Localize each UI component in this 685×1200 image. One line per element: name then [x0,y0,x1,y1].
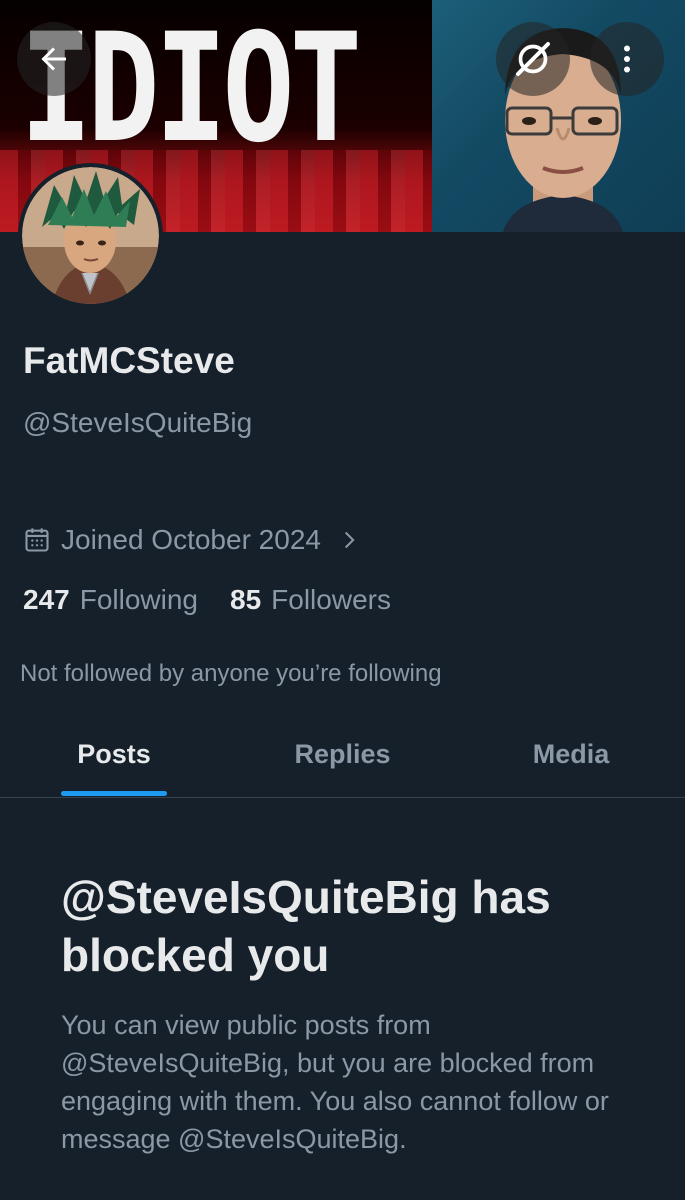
profile-handle: @SteveIsQuiteBig [23,407,253,438]
joined-date[interactable]: Joined October 2024 [23,524,359,556]
followers-label: Followers [271,584,391,615]
tab-replies[interactable]: Replies [228,712,457,797]
more-options-button[interactable] [590,22,664,96]
following-count: 247 [23,584,70,615]
following-label: Following [79,584,198,615]
followers-count: 85 [230,584,262,615]
blocked-title: @SteveIsQuiteBig has blocked you [61,871,551,981]
back-button[interactable] [17,22,91,96]
mutual-followers-text: Not followed by anyone you’re following [20,660,442,687]
active-tab-indicator [61,791,167,796]
blocked-message: You can view public posts from @SteveIsQ… [61,1010,609,1154]
more-vertical-icon [624,45,630,73]
chevron-right-icon [344,531,355,549]
display-name: FatMCSteve [23,340,235,381]
follow-counts: 247 Following 85 Followers [23,584,423,616]
tab-posts[interactable]: Posts [0,712,228,797]
grok-icon [516,42,550,76]
avatar-image [22,167,159,304]
profile-avatar[interactable] [18,163,163,308]
grok-button[interactable] [496,22,570,96]
tab-media[interactable]: Media [457,712,685,797]
back-arrow-icon [41,47,66,71]
followers-link[interactable]: 85 Followers [230,584,391,616]
joined-text: Joined October 2024 [61,524,321,555]
following-link[interactable]: 247 Following [23,584,198,616]
calendar-icon [25,528,49,552]
profile-tabs: Posts Replies Media [0,712,685,798]
